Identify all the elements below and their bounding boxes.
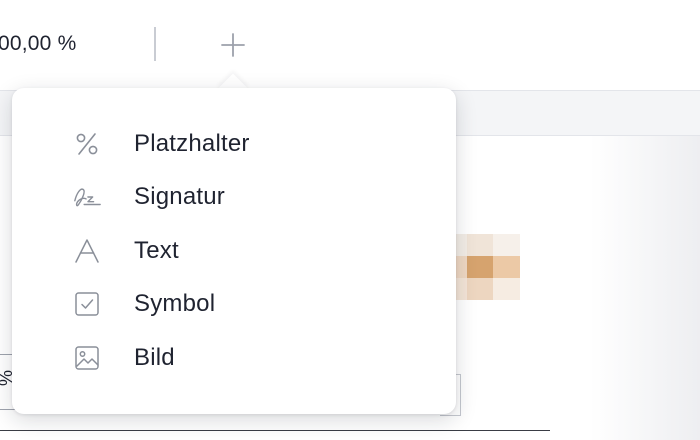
menu-item-label: Bild bbox=[134, 343, 175, 371]
menu-item-text[interactable]: Text bbox=[12, 224, 456, 278]
menu-item-label: Platzhalter bbox=[134, 129, 250, 157]
menu-item-label: Symbol bbox=[134, 290, 216, 318]
menu-item-label: Signatur bbox=[134, 183, 225, 211]
menu-item-label: Text bbox=[134, 236, 179, 264]
menu-item-symbol[interactable]: Symbol bbox=[12, 278, 456, 332]
zoom-value[interactable]: 00,00 % bbox=[0, 30, 76, 58]
menu-list: Platzhalter Signatur Text Symbol Bild bbox=[12, 117, 456, 385]
add-element-menu: Platzhalter Signatur Text Symbol Bild bbox=[12, 88, 456, 414]
plus-icon bbox=[220, 32, 246, 58]
signature-icon bbox=[72, 182, 102, 212]
toolbar: 00,00 % bbox=[0, 0, 700, 90]
percent-icon bbox=[72, 129, 102, 159]
checkbox-icon bbox=[72, 289, 102, 319]
page-shadow bbox=[590, 136, 700, 440]
image-icon bbox=[72, 343, 102, 373]
toolbar-divider bbox=[154, 27, 156, 61]
add-element-button[interactable] bbox=[214, 26, 252, 64]
menu-item-signature[interactable]: Signatur bbox=[12, 171, 456, 225]
text-icon bbox=[72, 236, 102, 266]
menu-item-placeholder[interactable]: Platzhalter bbox=[12, 117, 456, 171]
menu-item-image[interactable]: Bild bbox=[12, 331, 456, 385]
signature-line bbox=[0, 430, 550, 431]
